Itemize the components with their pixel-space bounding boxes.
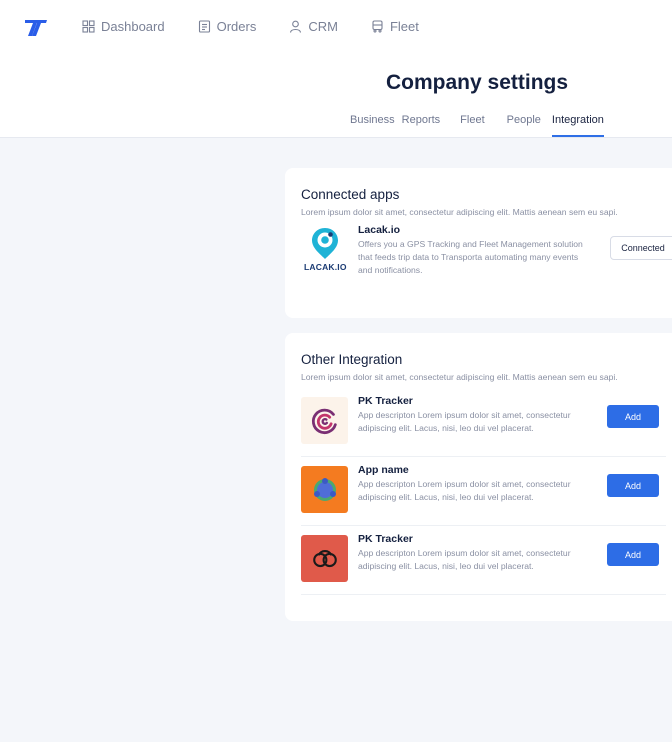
nav-item-fleet[interactable]: Fleet — [371, 19, 419, 34]
app-thumbnail — [301, 535, 348, 582]
orders-icon — [198, 20, 210, 33]
dashboard-icon — [82, 20, 95, 33]
app-name: PK Tracker — [358, 395, 413, 407]
nav-item-dashboard[interactable]: Dashboard — [82, 19, 165, 34]
add-button[interactable]: Add — [607, 405, 659, 428]
app-thumbnail — [301, 466, 348, 513]
connected-app-description: Offers you a GPS Tracking and Fleet Mana… — [358, 239, 583, 275]
lacak-logo-text: LACAK.IO — [304, 262, 347, 272]
connected-button[interactable]: Connected — [610, 236, 672, 260]
main-nav: Dashboard Orders CRM Fleet — [82, 19, 452, 34]
pk-tracker-spiral-icon — [311, 408, 337, 434]
truck-icon — [372, 20, 383, 33]
nav-item-crm[interactable]: CRM — [289, 19, 338, 34]
list-item: PK Tracker App descripton Lorem ipsum do… — [301, 388, 666, 457]
tab-fleet[interactable]: Fleet — [460, 114, 484, 135]
location-pin-icon — [312, 228, 338, 259]
lacak-logo: LACAK.IO — [301, 226, 349, 274]
other-integration-title: Other Integration — [301, 352, 403, 367]
tab-reports[interactable]: Reports — [402, 114, 441, 135]
connected-app-name: Lacak.io — [358, 224, 401, 236]
tab-people[interactable]: People — [507, 114, 541, 135]
transporta-logo-icon[interactable] — [24, 18, 48, 38]
app-name: PK Tracker — [358, 533, 413, 545]
nav-label-crm: CRM — [308, 19, 338, 34]
page-title: Company settings — [386, 71, 569, 94]
other-integration-description: Lorem ipsum dolor sit amet, consectetur … — [301, 372, 618, 382]
tab-business[interactable]: Business — [350, 114, 395, 135]
app-description: App descripton Lorem ipsum dolor sit ame… — [358, 548, 571, 571]
nav-item-orders[interactable]: Orders — [198, 19, 257, 34]
pk-tracker-rings-icon — [312, 549, 337, 567]
connected-app-row: LACAK.IO Lacak.io Offers you a GPS Track… — [301, 220, 672, 290]
list-item: PK Tracker App descripton Lorem ipsum do… — [301, 526, 666, 595]
nav-label-fleet: Fleet — [389, 19, 419, 34]
connected-apps-description: Lorem ipsum dolor sit amet, consectetur … — [301, 207, 618, 217]
list-item: App name App descripton Lorem ipsum dolo… — [301, 457, 666, 526]
add-button[interactable]: Add — [607, 543, 659, 566]
top-bar: Dashboard Orders CRM Fleet Company setti… — [0, 0, 672, 138]
user-icon — [290, 20, 302, 33]
settings-tabs: Business Reports Fleet People Integratio… — [350, 114, 604, 137]
app-description: App descripton Lorem ipsum dolor sit ame… — [358, 410, 571, 433]
tab-integration[interactable]: Integration — [551, 114, 604, 137]
app-name: App name — [358, 464, 409, 476]
other-integration-card: Other Integration Lorem ipsum dolor sit … — [285, 333, 672, 621]
app-orbit-icon — [313, 477, 336, 501]
nav-label-dashboard: Dashboard — [101, 19, 165, 34]
app-description: App descripton Lorem ipsum dolor sit ame… — [358, 479, 571, 502]
nav-label-orders: Orders — [216, 19, 257, 34]
app-thumbnail — [301, 397, 348, 444]
add-button[interactable]: Add — [607, 474, 659, 497]
connected-apps-card: Connected apps Lorem ipsum dolor sit ame… — [285, 168, 672, 318]
connected-apps-title: Connected apps — [301, 187, 400, 202]
